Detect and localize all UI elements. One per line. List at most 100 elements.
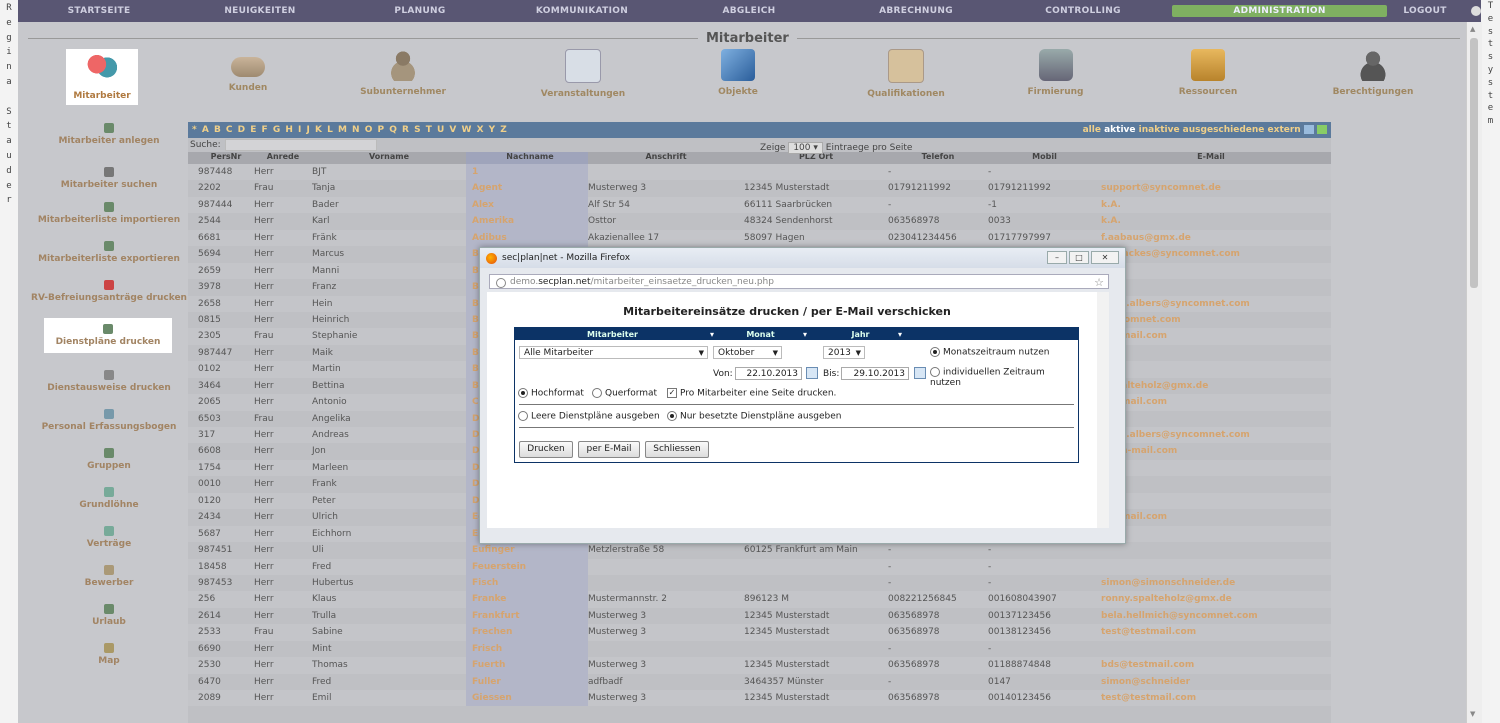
module-qualifikationen[interactable]: Qualifikationen — [846, 49, 966, 99]
table-row[interactable]: 18458 Herr Fred Feuerstein - - — [188, 558, 1331, 575]
nav-controlling[interactable]: CONTROLLING — [998, 6, 1168, 16]
help-icon[interactable] — [1471, 6, 1481, 16]
cell-email[interactable] — [1101, 361, 1321, 377]
cell-email[interactable]: syncomnet.com — [1101, 312, 1321, 328]
bookmark-star-icon[interactable]: ☆ — [1094, 275, 1104, 290]
sidebar-dienstausweise-drucken[interactable]: Dienstausweise drucken — [24, 370, 194, 393]
table-row[interactable]: 6690 Herr Mint Frisch - - — [188, 640, 1331, 658]
table-row[interactable]: 6470 Herr Fred Fuller adfbadf 3464357 Münster… — [188, 673, 1331, 690]
nav-startseite[interactable]: STARTSEITE — [18, 6, 180, 16]
page-size-select[interactable]: 100 ▾ — [788, 142, 823, 154]
von-date-input[interactable]: 22.10.2013 — [735, 367, 802, 380]
cell-email[interactable]: testmail.com — [1101, 394, 1321, 410]
drucken-button[interactable]: Drucken — [519, 441, 573, 458]
close-icon[interactable]: ✕ — [1091, 251, 1119, 264]
cell-email[interactable]: support@syncomnet.de — [1101, 180, 1321, 196]
cell-email[interactable]: trash-mail.com — [1101, 443, 1321, 459]
radio-leere-dienstplaene[interactable]: Leere Dienstpläne ausgeben — [518, 411, 660, 422]
cell-email[interactable] — [1101, 641, 1321, 657]
cell-email[interactable]: bds@testmail.com — [1101, 657, 1321, 673]
cell-nachname[interactable]: Fuerth — [466, 657, 588, 674]
col-mobil[interactable]: Mobil — [988, 152, 1101, 164]
col-anrede[interactable]: Anrede — [254, 152, 312, 164]
nav-planung[interactable]: PLANUNG — [340, 6, 500, 16]
cell-nachname[interactable]: 1 — [466, 164, 588, 181]
table-row[interactable]: 2533 Frau Sabine Frechen Musterweg 3 12345 Mu… — [188, 624, 1331, 641]
table-row[interactable]: 987448 Herr BJT 1 - - — [188, 164, 1331, 181]
cell-email[interactable] — [1101, 164, 1321, 180]
sidebar-mitarbeiter-anlegen[interactable]: Mitarbeiter anlegen — [24, 123, 194, 146]
radio-monatszeitraum[interactable]: Monatszeitraum nutzen — [930, 347, 1049, 358]
cell-email[interactable]: test@testmail.com — [1101, 624, 1321, 640]
table-row[interactable]: 2530 Herr Thomas Fuerth Musterweg 3 12345 Mus… — [188, 657, 1331, 674]
cell-email[interactable]: testmail.com — [1101, 328, 1321, 344]
cell-email[interactable]: bela.hellmich@syncomnet.com — [1101, 608, 1321, 624]
sidebar-bewerber[interactable]: Bewerber — [24, 565, 194, 588]
cell-email[interactable]: k.A. — [1101, 197, 1321, 213]
sidebar-mitarbeiter-suchen[interactable]: Mitarbeiter suchen — [24, 167, 194, 190]
filter-alle[interactable]: alle — [1083, 125, 1101, 135]
radio-besetzte-dienstplaene[interactable]: Nur besetzte Dienstpläne ausgeben — [667, 411, 842, 422]
cell-email[interactable] — [1101, 476, 1321, 492]
scroll-down-icon[interactable]: ▼ — [1470, 710, 1475, 718]
cell-email[interactable] — [1101, 460, 1321, 476]
col-vorname[interactable]: Vorname — [312, 152, 466, 164]
table-row[interactable]: 987444 Herr Bader Alex Alf Str 54 66111 Saarb… — [188, 196, 1331, 214]
page-scrollbar[interactable]: ▲ ▼ — [1466, 22, 1482, 723]
scroll-up-icon[interactable]: ▲ — [1470, 25, 1475, 33]
cell-email[interactable] — [1101, 263, 1321, 279]
cell-email[interactable] — [1101, 345, 1321, 361]
calendar-icon[interactable] — [914, 367, 926, 379]
filter-other[interactable]: inaktive ausgeschiedene extern — [1139, 125, 1301, 135]
cell-email[interactable] — [1101, 279, 1321, 295]
table-row[interactable]: 6681 Herr Fränk Adibus Akazienallee 17 58097 … — [188, 229, 1331, 247]
popup-scrollbar[interactable] — [1097, 292, 1109, 528]
sidebar-personal-erfassungsbogen[interactable]: Personal Erfassungsbogen — [24, 409, 194, 432]
sidebar-rv-befreiungsantraege[interactable]: RV-Befreiungsanträge drucken — [24, 280, 194, 303]
calendar-icon[interactable] — [806, 367, 818, 379]
cell-email[interactable] — [1101, 493, 1321, 509]
cell-nachname[interactable]: Franke — [466, 591, 588, 608]
nav-logout[interactable]: LOGOUT — [1391, 6, 1459, 16]
cell-nachname[interactable]: Fuller — [466, 673, 588, 690]
cell-nachname[interactable]: Adibus — [466, 229, 588, 247]
search-input[interactable] — [224, 139, 377, 151]
monat-select[interactable]: Oktober ▼ — [713, 346, 782, 359]
maximize-icon[interactable]: □ — [1069, 251, 1089, 264]
filter-aktive[interactable]: aktive — [1104, 125, 1135, 135]
module-berechtigungen[interactable]: Berechtigungen — [1323, 49, 1423, 97]
nav-kommunikation[interactable]: KOMMUNIKATION — [500, 6, 664, 16]
cell-nachname[interactable]: Agent — [466, 180, 588, 197]
cell-email[interactable]: simon@schneider — [1101, 674, 1321, 690]
cell-nachname[interactable]: Alex — [466, 196, 588, 214]
cell-nachname[interactable]: Frechen — [466, 624, 588, 641]
radio-hochformat[interactable]: Hochformat — [518, 388, 584, 399]
cell-nachname[interactable]: Amerika — [466, 213, 588, 230]
sidebar-gruppen[interactable]: Gruppen — [24, 448, 194, 471]
cell-email[interactable]: k.A. — [1101, 213, 1321, 229]
sidebar-grundloehne[interactable]: Grundlöhne — [24, 487, 194, 510]
table-row[interactable]: 2544 Herr Karl Amerika Osttor 48324 Sendenhor… — [188, 213, 1331, 230]
nav-neuigkeiten[interactable]: NEUIGKEITEN — [180, 6, 340, 16]
table-row[interactable]: 2614 Herr Trulla Frankfurt Musterweg 3 12345 … — [188, 607, 1331, 625]
module-mitarbeiter[interactable]: Mitarbeiter — [66, 49, 138, 105]
cell-email[interactable]: ronny.spalteholz@gmx.de — [1101, 591, 1321, 607]
nav-administration[interactable]: ADMINISTRATION — [1172, 5, 1387, 17]
col-nachname[interactable]: Nachname — [466, 152, 588, 164]
cell-email[interactable]: test@testmail.com — [1101, 690, 1321, 706]
nav-abrechnung[interactable]: ABRECHNUNG — [834, 6, 998, 16]
nav-abgleich[interactable]: ABGLEICH — [664, 6, 834, 16]
module-ressourcen[interactable]: Ressourcen — [1168, 49, 1248, 97]
jahr-select[interactable]: 2013 ▼ — [823, 346, 865, 359]
radio-individueller-zeitraum[interactable]: individuellen Zeitraum nutzen — [930, 367, 1078, 388]
sidebar-mitarbeiterliste-exportieren[interactable]: Mitarbeiterliste exportieren — [24, 241, 194, 264]
module-subunternehmer[interactable]: Subunternehmer — [353, 49, 453, 97]
cell-email[interactable]: simon@simonschneider.de — [1101, 575, 1321, 591]
col-anschrift[interactable]: Anschrift — [588, 152, 744, 164]
alphabet-filter[interactable]: * A B C D E F G H I J K L M N O P Q R S … — [192, 125, 508, 135]
table-row[interactable]: 2202 Frau Tanja Agent Musterweg 3 12345 Muste… — [188, 180, 1331, 197]
cell-email[interactable]: f.aabaus@gmx.de — [1101, 230, 1321, 246]
per-email-button[interactable]: per E-Mail — [578, 441, 640, 458]
cell-nachname[interactable]: Frankfurt — [466, 607, 588, 625]
cell-email[interactable]: stian.albers@syncomnet.com — [1101, 296, 1321, 312]
